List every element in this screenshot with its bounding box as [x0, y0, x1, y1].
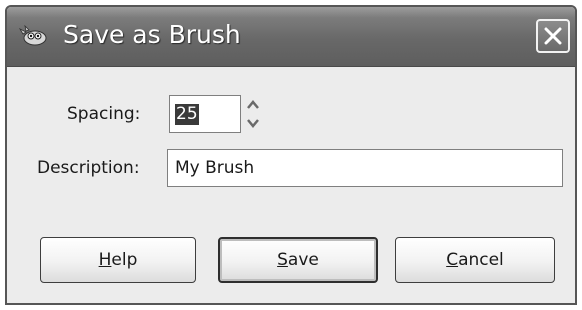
- save-as-brush-dialog: Save as Brush Spacing: 25 Description: M…: [5, 5, 577, 305]
- help-button[interactable]: Help: [40, 237, 196, 283]
- window-title: Save as Brush: [63, 20, 241, 49]
- chevron-up-icon[interactable]: [245, 98, 261, 112]
- help-mnemonic: H: [98, 250, 112, 270]
- cancel-button[interactable]: Cancel: [395, 237, 555, 283]
- description-field[interactable]: My Brush: [167, 149, 563, 187]
- spacing-label: Spacing:: [67, 104, 141, 124]
- save-button[interactable]: Save: [218, 237, 378, 283]
- save-mnemonic: S: [277, 250, 288, 270]
- spacing-value: 25: [175, 104, 199, 125]
- help-label: elp: [111, 250, 138, 270]
- save-label: ave: [287, 250, 319, 270]
- cancel-label: ancel: [458, 250, 504, 270]
- cancel-mnemonic: C: [446, 250, 459, 270]
- spacing-stepper: [241, 95, 265, 133]
- spacing-spinbutton[interactable]: 25: [169, 95, 241, 133]
- description-label: Description:: [37, 158, 140, 178]
- chevron-down-icon[interactable]: [245, 116, 261, 130]
- close-button[interactable]: [536, 19, 570, 53]
- gimp-wilber-icon: [19, 25, 47, 46]
- close-icon: [544, 27, 562, 45]
- title-bar[interactable]: Save as Brush: [7, 7, 575, 67]
